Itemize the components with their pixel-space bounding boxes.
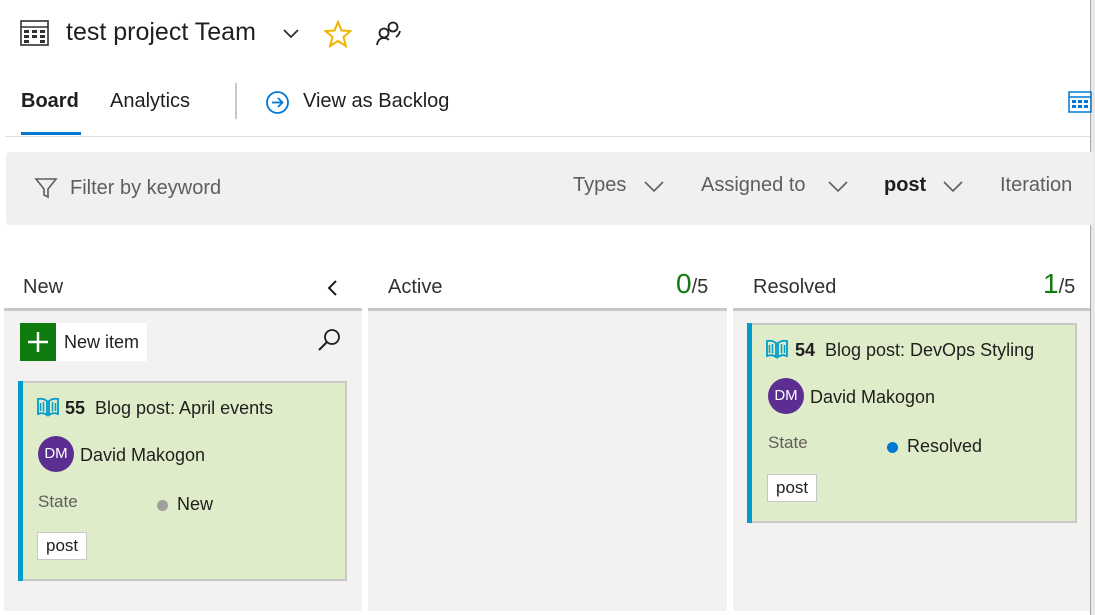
tab-board[interactable]: Board (21, 90, 79, 113)
board-icon (20, 20, 49, 46)
tags-filter[interactable]: post (884, 174, 926, 197)
card-accent (18, 381, 23, 581)
wip-max: /5 (691, 276, 709, 298)
user-story-icon (37, 397, 59, 417)
board-settings-icon[interactable] (1068, 91, 1092, 113)
column-title-new: New (23, 276, 64, 298)
card-id[interactable]: 54 (795, 340, 815, 361)
column-title-active: Active (388, 276, 443, 298)
filter-keyword-input[interactable]: Filter by keyword (70, 177, 221, 200)
search-icon[interactable] (316, 327, 342, 353)
card-assignee[interactable]: David Makogon (80, 445, 205, 466)
chevron-left-icon[interactable] (324, 278, 342, 298)
chevron-down-icon[interactable] (643, 180, 665, 194)
star-icon[interactable] (324, 20, 352, 48)
card-id[interactable]: 55 (65, 398, 85, 419)
tab-board-underline (21, 132, 81, 135)
tag-badge: post (767, 474, 818, 502)
assigned-to-filter[interactable]: Assigned to (701, 174, 806, 197)
work-item-card[interactable]: 55 Blog post: April events DM David Mako… (18, 381, 347, 581)
filter-icon (34, 178, 58, 199)
header-divider (5, 136, 1090, 137)
iteration-filter[interactable]: Iteration (1000, 174, 1072, 197)
plus-icon[interactable] (20, 323, 56, 361)
wip-max: /5 (1058, 276, 1076, 298)
chevron-down-icon[interactable] (827, 180, 849, 194)
chevron-down-icon[interactable] (282, 27, 300, 41)
column-title-resolved: Resolved (753, 276, 837, 298)
team-title[interactable]: test project Team (66, 18, 256, 47)
card-title[interactable]: Blog post: April events (95, 398, 273, 419)
card-assignee[interactable]: David Makogon (810, 387, 935, 408)
state-dot (157, 500, 168, 511)
tab-analytics[interactable]: Analytics (110, 90, 190, 113)
view-as-backlog-link[interactable]: View as Backlog (303, 90, 449, 113)
card-accent (747, 323, 752, 523)
state-label: State (768, 433, 808, 452)
wip-count: 1 (1043, 268, 1059, 299)
work-item-card[interactable]: 54 Blog post: DevOps Styling DM David Ma… (747, 323, 1077, 523)
column-active (368, 311, 727, 611)
avatar: DM (768, 378, 804, 414)
arrow-circle-right-icon[interactable] (265, 90, 290, 115)
tag-badge: post (37, 532, 88, 560)
user-story-icon (766, 339, 788, 359)
team-members-icon[interactable] (374, 20, 402, 48)
card-title[interactable]: Blog post: DevOps Styling (825, 340, 1034, 361)
wip-count: 0 (676, 268, 692, 299)
chevron-down-icon[interactable] (942, 180, 964, 194)
state-value[interactable]: Resolved (907, 436, 982, 457)
tab-separator (235, 83, 237, 119)
new-item-label[interactable]: New item (64, 332, 139, 353)
state-value[interactable]: New (177, 494, 213, 515)
wip-limit: 1/5 (1043, 268, 1075, 300)
state-dot (887, 442, 898, 453)
avatar: DM (38, 436, 74, 472)
state-label: State (38, 492, 78, 511)
types-filter[interactable]: Types (573, 174, 626, 197)
wip-limit: 0/5 (676, 268, 708, 300)
